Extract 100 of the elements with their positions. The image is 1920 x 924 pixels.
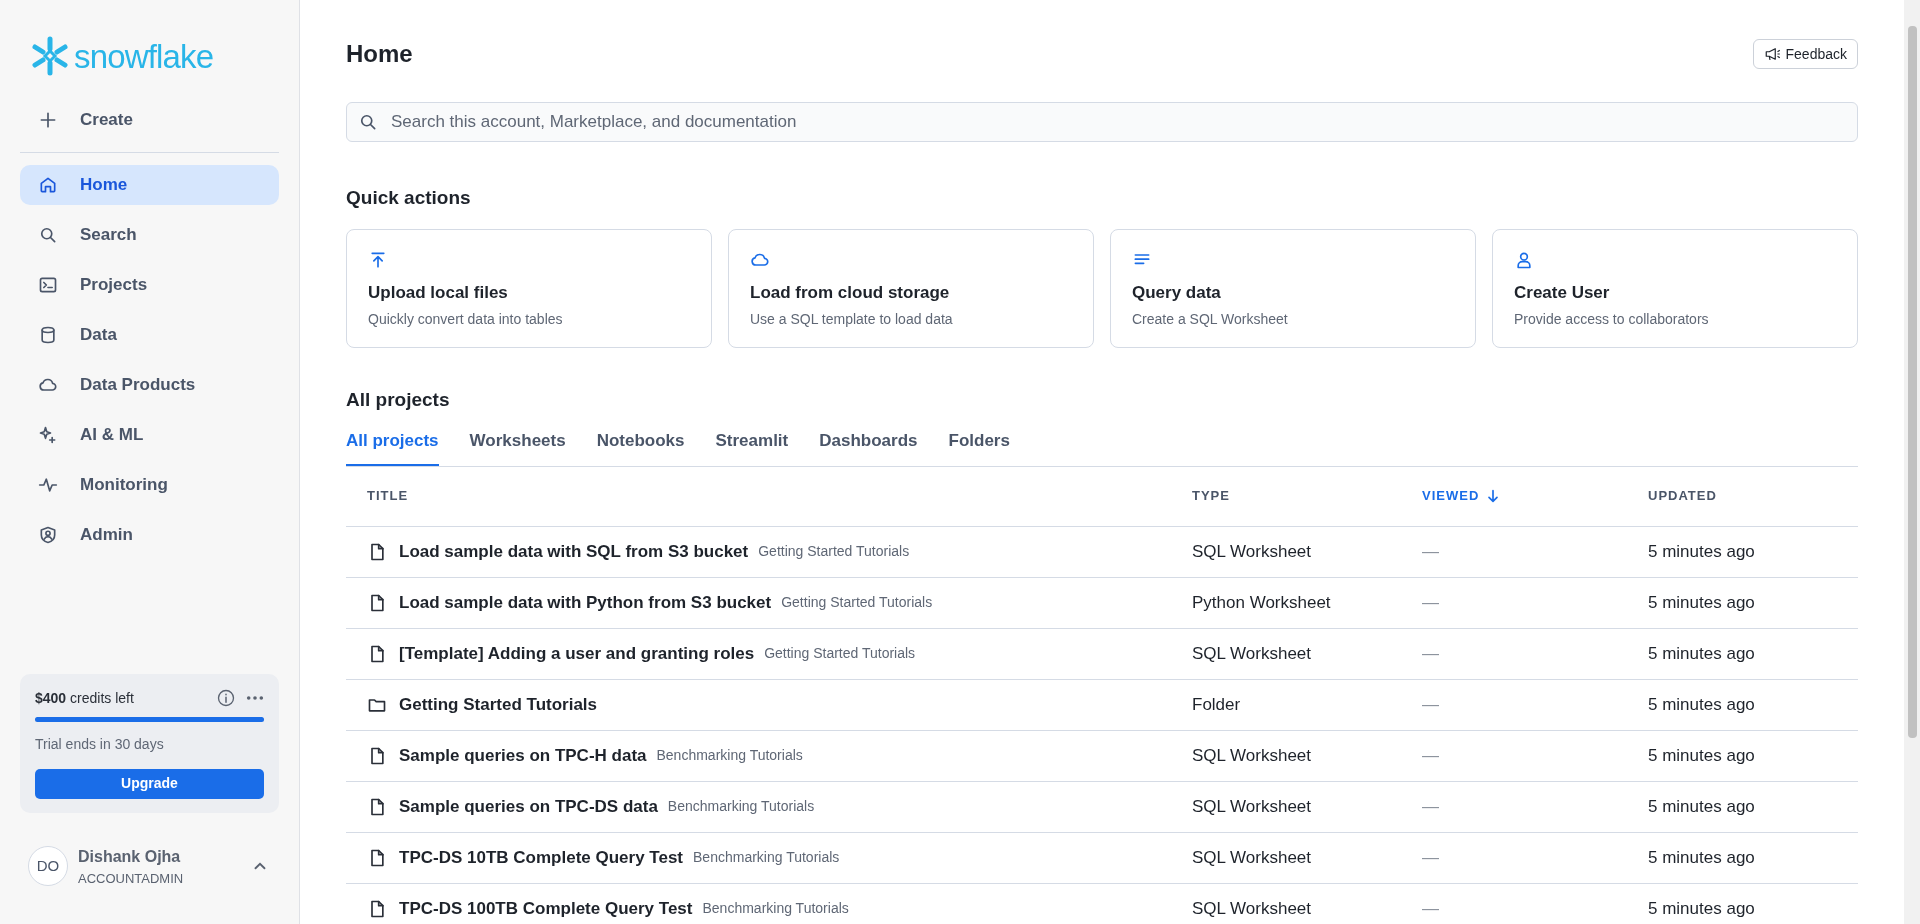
quick-action-card[interactable]: Create User Provide access to collaborators <box>1492 228 1858 348</box>
user-name: Dishank Ojha <box>78 846 182 867</box>
folder-label: Benchmarking Tutorials <box>656 746 803 765</box>
card-title: Create User <box>1514 281 1611 304</box>
updated-cell-text: 5 minutes ago <box>1648 693 1756 716</box>
updated-cell-text: 5 minutes ago <box>1648 591 1756 614</box>
avatar[interactable]: DO <box>28 846 68 887</box>
quick-action-card[interactable]: Query data Create a SQL Worksheet <box>1110 228 1476 348</box>
quick-action-card[interactable]: Upload local files Quickly convert data into tables <box>346 228 712 348</box>
project-title: TPC-DS 10TB Complete Query Test <box>399 846 684 869</box>
quick-action-card[interactable]: Load from cloud storage Use a SQL template to load data <box>728 228 1094 348</box>
viewed-cell-text: — <box>1422 744 1440 767</box>
folder-label: Benchmarking Tutorials <box>702 899 849 918</box>
type-cell-text: SQL Worksheet <box>1192 540 1313 563</box>
nav-item[interactable]: Data Products <box>20 365 279 405</box>
project-title: [Template] Adding a user and granting roles <box>399 642 755 665</box>
viewed-cell-text: — <box>1422 591 1440 614</box>
info-icon[interactable] <box>216 688 236 708</box>
create-button[interactable]: Create <box>20 100 279 140</box>
tab[interactable]: Dashboards <box>819 428 918 466</box>
nav-item[interactable]: Search <box>20 215 279 255</box>
more-icon[interactable] <box>246 695 264 701</box>
search-icon <box>358 112 378 132</box>
upgrade-button[interactable]: Upgrade <box>35 768 264 799</box>
project-title: Load sample data with Python from S3 bucket <box>399 591 772 614</box>
scrollbar[interactable] <box>1904 0 1920 924</box>
sparkle-icon <box>38 425 58 445</box>
card-title: Load from cloud storage <box>750 281 951 304</box>
viewed-cell-text: — <box>1422 693 1440 716</box>
type-cell-text: SQL Worksheet <box>1192 897 1313 920</box>
type-cell-text: SQL Worksheet <box>1192 846 1313 869</box>
project-title: Sample queries on TPC-H data <box>399 744 647 767</box>
updated-cell-text: 5 minutes ago <box>1648 846 1756 869</box>
cylinder-icon <box>38 325 58 345</box>
type-cell-text: SQL Worksheet <box>1192 795 1313 818</box>
terminal-icon <box>38 275 58 295</box>
tab[interactable]: Worksheets <box>469 428 566 466</box>
nav-item[interactable]: Data <box>20 315 279 355</box>
user-role: ACCOUNTADMIN <box>78 869 185 888</box>
shield-icon <box>38 525 58 545</box>
type-cell-text: Folder <box>1192 693 1242 716</box>
plus-icon <box>38 110 58 130</box>
card-title: Upload local files <box>368 281 509 304</box>
tab[interactable]: Notebooks <box>596 428 685 466</box>
search-field[interactable]: Search this account, Marketplace, and documentation <box>346 102 1858 142</box>
project-title: Load sample data with SQL from S3 bucket <box>399 540 749 563</box>
nav-item[interactable]: Projects <box>20 265 279 305</box>
megaphone-icon <box>1763 45 1782 63</box>
nav-item[interactable]: Monitoring <box>20 465 279 505</box>
card-subtitle: Provide access to collaborators <box>1514 310 1710 329</box>
column-header[interactable]: UPDATED <box>1648 486 1837 506</box>
pulse-icon <box>38 475 58 495</box>
project-title: Getting Started Tutorials <box>399 693 598 716</box>
viewed-cell-text: — <box>1422 897 1440 920</box>
project-title: TPC-DS 100TB Complete Query Test <box>399 897 693 920</box>
tab[interactable]: Folders <box>948 428 1010 466</box>
viewed-cell-text: — <box>1422 642 1440 665</box>
column-header[interactable]: TITLE <box>367 486 1192 506</box>
feedback-button[interactable]: Feedback <box>1752 39 1858 69</box>
tab[interactable]: All projects <box>346 428 439 466</box>
page-title: Home <box>346 39 413 69</box>
updated-cell-text: 5 minutes ago <box>1648 897 1756 920</box>
card-subtitle: Create a SQL Worksheet <box>1132 310 1289 329</box>
table-row[interactable]: TPC-DS 10TB Complete Query Test Benchmarking Tutorials SQL Worksheet — 5 minutes ago <box>346 832 1858 884</box>
table-row[interactable]: Sample queries on TPC-DS data Benchmarking Tutorials SQL Worksheet — 5 minutes ago <box>346 781 1858 833</box>
logo-text: snowflake <box>74 39 214 73</box>
nav-item[interactable]: Admin <box>20 515 279 555</box>
folder-label: Benchmarking Tutorials <box>693 848 840 867</box>
type-cell-text: Python Worksheet <box>1192 591 1332 614</box>
table-row[interactable]: Load sample data with SQL from S3 bucket Getting Started Tutorials SQL Worksheet — 5 minutes ago <box>346 526 1858 578</box>
viewed-cell-text: — <box>1422 540 1440 563</box>
table-row[interactable]: Sample queries on TPC-H data Benchmarking Tutorials SQL Worksheet — 5 minutes ago <box>346 730 1858 782</box>
viewed-cell-text: — <box>1422 846 1440 869</box>
tab[interactable]: Streamlit <box>715 428 789 466</box>
nav-item[interactable]: Home <box>20 165 279 205</box>
folder-label: Getting Started Tutorials <box>764 644 916 663</box>
search-icon <box>38 225 58 245</box>
table-row[interactable]: [Template] Adding a user and granting roles Getting Started Tutorials SQL Worksheet — 5 minutes ago <box>346 628 1858 680</box>
table-row[interactable]: TPC-DS 100TB Complete Query Test Benchmarking Tutorials SQL Worksheet — 5 minutes ago <box>346 883 1858 924</box>
updated-cell-text: 5 minutes ago <box>1648 540 1756 563</box>
section-title: Quick actions <box>346 186 472 210</box>
card-subtitle: Quickly convert data into tables <box>368 310 564 329</box>
table-row[interactable]: Getting Started Tutorials Folder — 5 minutes ago <box>346 679 1858 731</box>
credits-text: $400 credits left <box>35 688 134 708</box>
card-subtitle: Use a SQL template to load data <box>750 310 954 329</box>
table-row[interactable]: Load sample data with Python from S3 bucket Getting Started Tutorials Python Worksheet — 5 minutes ago <box>346 577 1858 629</box>
updated-cell-text: 5 minutes ago <box>1648 744 1756 767</box>
project-title: Sample queries on TPC-DS data <box>399 795 658 818</box>
viewed-cell-text: — <box>1422 795 1440 818</box>
trial-text: Trial ends in 30 days <box>35 734 165 754</box>
card-title: Query data <box>1132 281 1222 304</box>
updated-cell-text: 5 minutes ago <box>1648 795 1756 818</box>
home-icon <box>38 175 58 195</box>
snowflake-logo-icon <box>30 36 70 76</box>
nav-item[interactable]: AI & ML <box>20 415 279 455</box>
section-title: All projects <box>346 387 451 412</box>
column-header[interactable]: VIEWED <box>1422 486 1648 506</box>
type-cell-text: SQL Worksheet <box>1192 642 1313 665</box>
column-header[interactable]: TYPE <box>1192 486 1422 506</box>
folder-label: Benchmarking Tutorials <box>667 797 815 816</box>
